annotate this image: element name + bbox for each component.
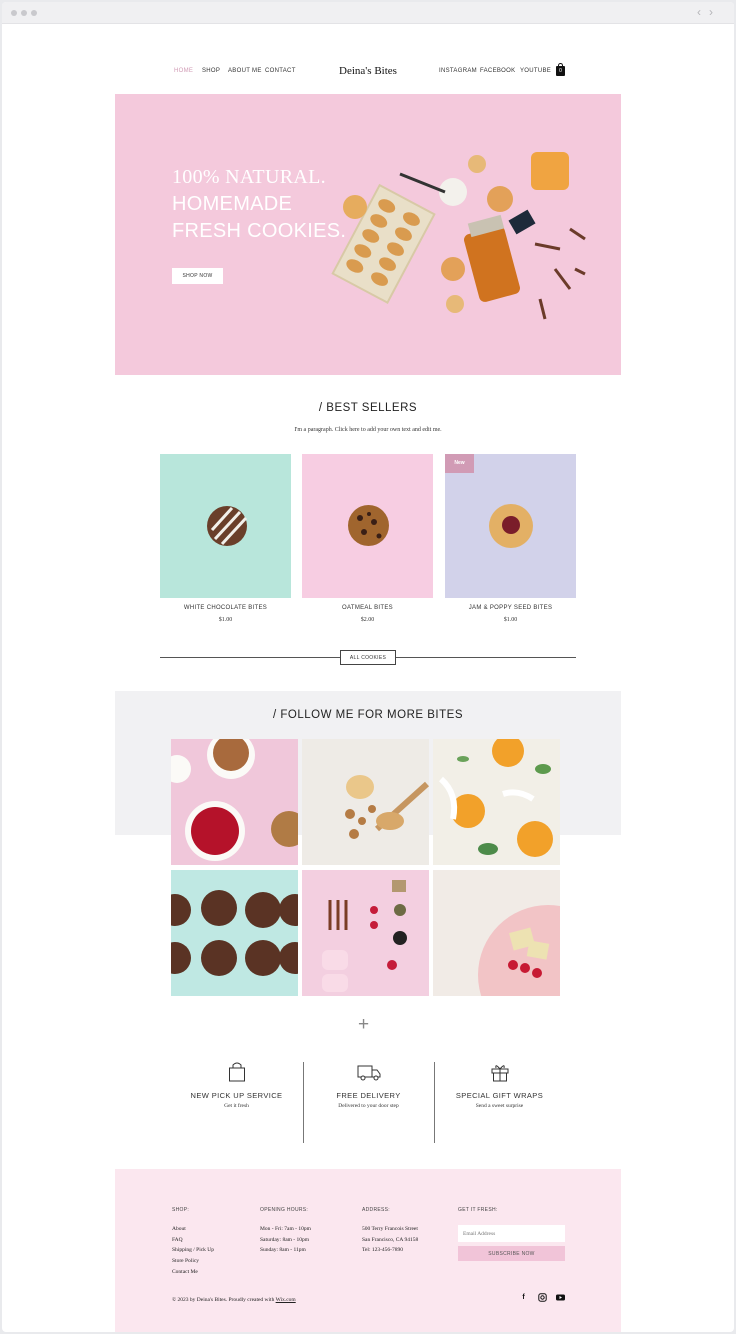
feature-title: NEW PICK UP SERVICE [190, 1091, 283, 1100]
footer-address: 500 Terry Francois Street San Francisco,… [362, 1224, 418, 1256]
feature-pickup: NEW PICK UP SERVICE Get it fresh [171, 1062, 302, 1109]
footer-hours-heading: OPENING HOURS: [260, 1207, 309, 1213]
product-card[interactable] [302, 454, 433, 598]
youtube-icon[interactable] [556, 1293, 565, 1302]
footer-link-contact[interactable]: Contact Me [172, 1267, 214, 1278]
plate-raspberries-image [478, 905, 560, 996]
best-sellers-title: / BEST SELLERS [318, 402, 418, 414]
feature-subtitle: Send a sweet surprise [475, 1103, 524, 1109]
instagram-tile-dough[interactable] [302, 739, 429, 865]
product-name[interactable]: WHITE CHOCOLATE BITES [160, 605, 291, 611]
best-sellers-paragraph: I'm a paragraph. Click here to add your … [294, 427, 442, 433]
wix-link[interactable]: Wix.com [276, 1297, 296, 1303]
instagram-tile-nuts-berries[interactable] [171, 739, 298, 865]
divider-line [160, 657, 340, 658]
footer-link-faq[interactable]: FAQ [172, 1235, 214, 1246]
feature-subtitle: Delivered to your door step [338, 1103, 399, 1109]
address-line: Tel: 123-456-7890 [362, 1247, 404, 1254]
load-more-plus-icon[interactable]: + [358, 1014, 369, 1036]
divider-line [396, 657, 576, 658]
back-arrow-icon[interactable]: ‹ [697, 5, 701, 19]
instagram-tile-orange[interactable] [433, 739, 560, 865]
dough-walnuts-image [345, 775, 429, 839]
feature-gift: SPECIAL GIFT WRAPS Send a sweet surprise [434, 1062, 565, 1109]
jam-center-icon [502, 516, 520, 534]
address-line: San Francisco, CA 94158 [362, 1236, 419, 1243]
address-line: 500 Terry Francois Street [362, 1226, 418, 1232]
product-price: $1.00 [218, 617, 233, 623]
raisin-dots-icon [357, 512, 382, 539]
product-name[interactable]: OATMEAL BITES [302, 605, 433, 611]
facebook-icon[interactable]: f [519, 1293, 528, 1302]
window-dot [21, 10, 27, 16]
browser-chrome: ‹ › [2, 2, 734, 24]
footer-link-store-policy[interactable]: Store Policy [172, 1256, 214, 1267]
hero-banner: 100% NATURAL. HOMEMADE FRESH COOKIES. SH… [115, 94, 621, 375]
feature-subtitle: Get it fresh [224, 1103, 249, 1109]
follow-title: / FOLLOW ME FOR MORE BITES [273, 709, 463, 721]
product-price: $1.00 [503, 617, 518, 623]
footer-shop-heading: SHOP: [172, 1207, 190, 1213]
product-price: $2.00 [360, 617, 375, 623]
window-dot [11, 10, 17, 16]
site-logo[interactable]: Deina's Bites [2, 65, 734, 77]
orange-coconut-image [438, 739, 553, 857]
instagram-tile-tea[interactable] [302, 870, 429, 996]
browser-window: ‹ › HOME SHOP ABOUT ME CONTACT INSTAGRAM… [2, 2, 734, 1332]
instagram-icon[interactable] [538, 1293, 547, 1302]
feature-title: FREE DELIVERY [336, 1091, 401, 1100]
product-card[interactable]: New [445, 454, 576, 598]
copyright-text: © 2023 by Deina's Bites. Proudly created… [172, 1297, 296, 1303]
product-name[interactable]: JAM & POPPY SEED BITES [445, 605, 576, 611]
all-cookies-button[interactable]: ALL COOKIES [340, 650, 396, 665]
tea-ingredients-image [322, 880, 407, 992]
cart-count: 0 [559, 68, 562, 74]
white-stripes-icon [210, 506, 248, 546]
cart-icon[interactable]: 0 [556, 63, 565, 76]
feature-title: SPECIAL GIFT WRAPS [455, 1091, 544, 1100]
feature-delivery: FREE DELIVERY Delivered to your door ste… [303, 1062, 434, 1109]
forward-arrow-icon[interactable]: › [709, 5, 713, 19]
hours-line: Sunday: 8am - 11pm [260, 1247, 306, 1254]
truck-icon [357, 1065, 380, 1081]
chocolate-cookies-image [171, 890, 298, 976]
email-field[interactable] [458, 1225, 565, 1242]
subscribe-button[interactable]: SUBSCRIBE NOW [458, 1246, 565, 1261]
footer-hours: Mon - Fri: 7am - 10pm Saturday: 8am - 10… [260, 1224, 311, 1256]
window-dot [31, 10, 37, 16]
hero-cookies-illustration [331, 152, 586, 320]
shopping-bag-icon [228, 1062, 245, 1082]
product-card[interactable] [160, 454, 291, 598]
footer-link-shipping[interactable]: Shipping / Pick Up [172, 1245, 214, 1256]
copyright-line: © 2023 by Deina's Bites. Proudly created… [172, 1297, 276, 1303]
hours-line: Mon - Fri: 7am - 10pm [260, 1226, 311, 1232]
instagram-tile-cookies[interactable] [171, 870, 298, 996]
footer-link-about[interactable]: About [172, 1224, 214, 1235]
gift-icon [491, 1065, 508, 1082]
footer-address-heading: ADDRESS: [362, 1207, 390, 1213]
instagram-tile-plate[interactable] [433, 870, 560, 996]
footer-fresh-heading: GET IT FRESH: [458, 1207, 498, 1213]
nuts-berries-image [171, 739, 298, 861]
hours-line: Saturday: 8am - 10pm [260, 1236, 310, 1243]
footer-shop-links: About FAQ Shipping / Pick Up Store Polic… [172, 1224, 214, 1278]
new-badge: New [445, 454, 474, 473]
